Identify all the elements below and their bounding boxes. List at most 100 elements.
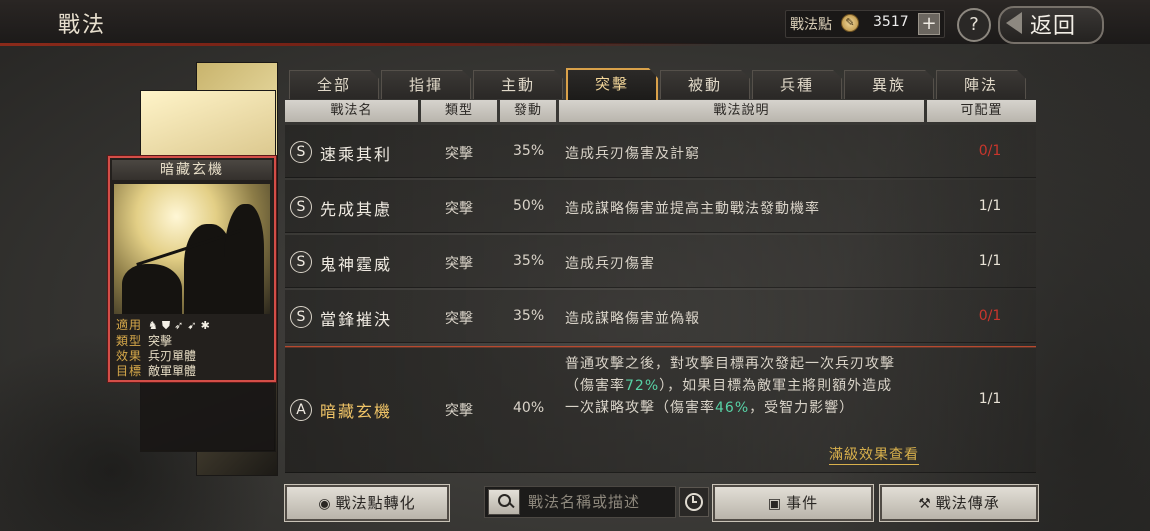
description-line: （傷害率72%），如果目標為敵軍主將則額外造成 bbox=[565, 375, 945, 397]
tactic-rate: 35% bbox=[513, 143, 545, 159]
column-header-type[interactable]: 類型 bbox=[421, 100, 497, 122]
table-row[interactable]: S 鬼神霆威 突擊 35% 造成兵刃傷害 1/1 bbox=[285, 235, 1036, 288]
tactic-points-value: 3517 bbox=[873, 14, 909, 30]
tab-all[interactable]: 全部 bbox=[289, 70, 379, 99]
tactic-rate: 50% bbox=[513, 198, 545, 214]
search-icon[interactable] bbox=[488, 489, 520, 515]
column-header-description: 戰法說明 bbox=[559, 100, 924, 122]
description-text: ，受智力影響） bbox=[749, 400, 855, 416]
description-text: ），如果目標為敵軍主將則額外造成 bbox=[659, 378, 893, 394]
card-info-value: 突擊 bbox=[148, 334, 173, 348]
art-warrior bbox=[224, 204, 264, 314]
selected-tactic-card[interactable]: 暗藏玄機 適用 ♞ ⛊ ➶ ➹ ✱ 類型 突擊 效果 兵刃單體 目標 敵軍單體 bbox=[108, 156, 276, 382]
button-label: 戰法點轉化 bbox=[335, 494, 416, 512]
tab-assault[interactable]: 突擊 bbox=[566, 68, 658, 102]
wheel-icon: ✱ bbox=[200, 319, 210, 332]
tab-command[interactable]: 指揮 bbox=[381, 70, 471, 99]
tactic-name: 鬼神霆威 bbox=[320, 255, 393, 274]
table-row[interactable]: S 當鋒摧決 突擊 35% 造成謀略傷害並偽報 0/1 bbox=[285, 290, 1036, 343]
column-header-rate[interactable]: 發動 bbox=[500, 100, 556, 122]
card-info-key: 適用 bbox=[116, 318, 143, 332]
grade-badge: S bbox=[290, 251, 312, 273]
art-rider bbox=[122, 264, 182, 314]
history-clock-button[interactable] bbox=[679, 487, 709, 517]
tactic-description: 造成兵刃傷害及計窮 bbox=[565, 146, 700, 162]
shield-icon: ⛊ bbox=[161, 319, 171, 332]
coin-icon: ◉ bbox=[318, 496, 332, 512]
description-text: 一次謀略攻擊（傷害率 bbox=[565, 400, 715, 416]
button-label: 戰法傳承 bbox=[935, 494, 1000, 512]
tactic-type: 突擊 bbox=[445, 403, 473, 419]
clock-hand bbox=[692, 501, 697, 503]
back-arrow-icon bbox=[1006, 12, 1022, 34]
grade-badge: A bbox=[290, 399, 312, 421]
tactic-description: 普通攻擊之後，對攻擊目標再次發起一次兵刃攻擊 （傷害率72%），如果目標為敵軍主… bbox=[565, 353, 945, 419]
tactic-name: 先成其慮 bbox=[320, 200, 393, 219]
grade-badge: S bbox=[290, 141, 312, 163]
ticket-icon: ▣ bbox=[767, 496, 783, 512]
tab-active[interactable]: 主動 bbox=[473, 70, 563, 99]
tactic-name: 速乘其利 bbox=[320, 145, 393, 164]
tactic-type: 突擊 bbox=[445, 311, 473, 327]
bow-icon: ➶ bbox=[174, 319, 184, 332]
top-bar-accent bbox=[0, 43, 720, 46]
spear-icon: ➹ bbox=[187, 319, 197, 332]
tactic-available-count: 1/1 bbox=[978, 391, 1002, 407]
card-info-applicable: 適用 ♞ ⛊ ➶ ➹ ✱ bbox=[116, 316, 214, 333]
tactic-available-count: 0/1 bbox=[978, 308, 1002, 324]
tactic-points-label: 戰法點 bbox=[790, 17, 832, 33]
tactic-description: 造成謀略傷害並提高主動戰法發動機率 bbox=[565, 201, 820, 217]
tab-passive[interactable]: 被動 bbox=[660, 70, 750, 99]
card-shadow bbox=[140, 380, 274, 450]
tab-troop[interactable]: 兵種 bbox=[752, 70, 842, 99]
tactic-rate: 40% bbox=[513, 400, 545, 416]
help-button[interactable]: ? bbox=[957, 8, 991, 42]
table-row-selected[interactable]: A 暗藏玄機 突擊 40% 普通攻擊之後，對攻擊目標再次發起一次兵刃攻擊 （傷害… bbox=[285, 346, 1036, 473]
grade-badge: S bbox=[290, 306, 312, 328]
table-row[interactable]: S 速乘其利 突擊 35% 造成兵刃傷害及計窮 0/1 bbox=[285, 125, 1036, 178]
damage-rate-value: 72% bbox=[625, 378, 660, 394]
tactic-available-count: 1/1 bbox=[978, 253, 1002, 269]
tactic-name: 當鋒摧決 bbox=[320, 310, 393, 329]
grade-badge: S bbox=[290, 196, 312, 218]
description-line: 一次謀略攻擊（傷害率46%，受智力影響） bbox=[565, 397, 945, 419]
search-input[interactable] bbox=[526, 487, 675, 517]
search-handle bbox=[508, 501, 515, 509]
tactic-name: 暗藏玄機 bbox=[320, 402, 393, 421]
hammer-icon: ⚒ bbox=[918, 496, 932, 512]
card-title: 暗藏玄機 bbox=[112, 160, 272, 180]
tactic-description: 造成兵刃傷害 bbox=[565, 256, 655, 272]
back-button-label: 返回 bbox=[1030, 14, 1077, 39]
tactic-rate: 35% bbox=[513, 308, 545, 324]
tactic-inherit-button[interactable]: ⚒ 戰法傳承 bbox=[880, 485, 1038, 521]
cavalry-icon: ♞ bbox=[148, 319, 158, 332]
card-info-target: 目標 敵軍單體 bbox=[116, 362, 196, 379]
tactic-rate: 35% bbox=[513, 253, 545, 269]
tactic-available-count: 1/1 bbox=[978, 198, 1002, 214]
damage-rate-value: 46% bbox=[715, 400, 750, 416]
tactic-type: 突擊 bbox=[445, 256, 473, 272]
description-text: （傷害率 bbox=[565, 378, 625, 394]
tab-foreign[interactable]: 異族 bbox=[844, 70, 934, 99]
page-title: 戰法 bbox=[58, 13, 107, 38]
event-button[interactable]: ▣ 事件 bbox=[713, 485, 873, 521]
convert-points-button[interactable]: ◉ 戰法點轉化 bbox=[285, 485, 449, 521]
add-points-button[interactable]: + bbox=[918, 13, 940, 35]
card-info-value: 敵軍單體 bbox=[148, 364, 197, 378]
tab-formation[interactable]: 陣法 bbox=[936, 70, 1026, 99]
card-artwork bbox=[114, 184, 270, 314]
button-label: 事件 bbox=[786, 494, 819, 512]
tactic-type: 突擊 bbox=[445, 146, 473, 162]
search-lens bbox=[498, 494, 511, 507]
table-row[interactable]: S 先成其慮 突擊 50% 造成謀略傷害並提高主動戰法發動機率 1/1 bbox=[285, 180, 1036, 233]
coin-icon: ✎ bbox=[841, 14, 859, 32]
description-line: 普通攻擊之後，對攻擊目標再次發起一次兵刃攻擊 bbox=[565, 356, 895, 372]
tactic-type: 突擊 bbox=[445, 201, 473, 217]
tactic-description: 造成謀略傷害並偽報 bbox=[565, 311, 700, 327]
card-info-value: 兵刃單體 bbox=[148, 349, 197, 363]
card-info-key: 目標 bbox=[116, 364, 143, 378]
column-header-available[interactable]: 可配置 bbox=[927, 100, 1036, 122]
column-header-name[interactable]: 戰法名 bbox=[285, 100, 418, 122]
full-effect-link[interactable]: 滿級效果查看 bbox=[829, 444, 919, 465]
tactic-available-count: 0/1 bbox=[978, 143, 1002, 159]
